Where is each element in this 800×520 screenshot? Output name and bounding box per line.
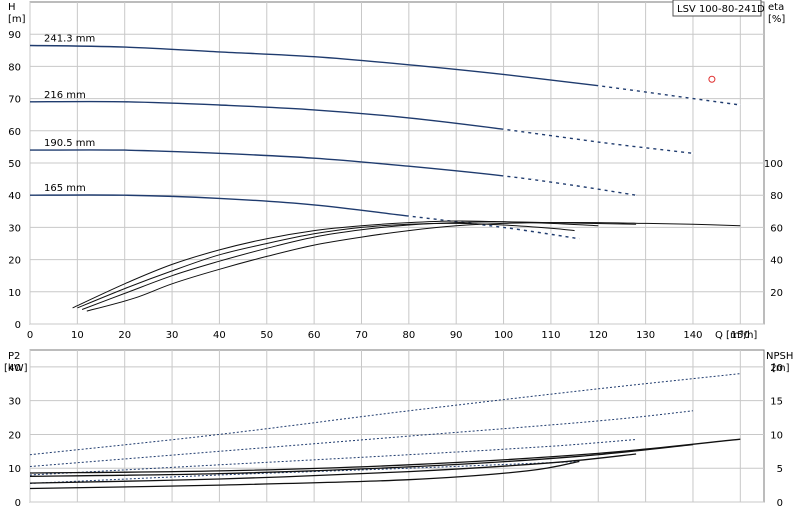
curve-label: 190.5 mm xyxy=(44,138,95,149)
power-panel-frame xyxy=(29,349,765,503)
right-axis-label-eta: eta xyxy=(768,2,784,13)
y-tick-label-p2: 30 xyxy=(8,397,21,408)
y-axis-unit-h: [m] xyxy=(8,14,26,25)
head-curve-241-3-mm xyxy=(29,44,741,106)
y-tick-label-h: 20 xyxy=(8,256,21,267)
head-curve-190-5-mm xyxy=(29,149,637,196)
right-axis-label-npsh: NPSH xyxy=(766,351,793,362)
chart-title: LSV 100-80-241D xyxy=(677,4,765,15)
x-tick-label: 60 xyxy=(308,330,321,341)
y-tick-label-h: 0 xyxy=(15,320,21,331)
y-tick-label-h: 60 xyxy=(8,127,21,138)
y-tick-label-h: 30 xyxy=(8,223,21,234)
y-tick-label-eta: 20 xyxy=(770,288,783,299)
curve-label: 165 mm xyxy=(44,183,86,194)
power-panel-series xyxy=(29,373,741,490)
x-tick-label: 70 xyxy=(355,330,368,341)
y-axis-label-p2: P2 xyxy=(8,351,20,362)
x-tick-label: 130 xyxy=(636,330,655,341)
y-tick-label-h: 70 xyxy=(8,95,21,106)
pump-performance-chart: 241.3 mm216 mm190.5 mm165 mm 0 10 20 30 40 50… xyxy=(4,0,793,509)
duty-point-marker xyxy=(708,75,716,83)
x-tick-label: 10 xyxy=(71,330,84,341)
y-tick-label-p2: 10 xyxy=(8,464,21,475)
x-tick-label: 30 xyxy=(166,330,179,341)
y-axis-label-h: H xyxy=(8,2,16,13)
x-tick-label: 80 xyxy=(402,330,415,341)
x-tick-label: 90 xyxy=(450,330,463,341)
y-tick-label-eta: 40 xyxy=(770,256,783,267)
y-axis-unit-p2: [kW] xyxy=(4,363,28,374)
y-tick-label-h: 50 xyxy=(8,159,21,170)
efficiency-curve xyxy=(72,220,599,309)
x-tick-label: 40 xyxy=(213,330,226,341)
curve-label: 241.3 mm xyxy=(44,33,95,44)
x-tick-label: 50 xyxy=(260,330,273,341)
y-tick-label-npsh: 10 xyxy=(770,430,783,441)
x-tick-label: 20 xyxy=(118,330,131,341)
y-tick-label-p2: 20 xyxy=(8,430,21,441)
power-curve xyxy=(29,373,741,456)
y-tick-label-eta: 80 xyxy=(770,191,783,202)
x-tick-label: 100 xyxy=(494,330,513,341)
head-curve-extension-mask xyxy=(598,84,741,106)
y-tick-label-h: 10 xyxy=(8,288,21,299)
y-tick-label-h: 90 xyxy=(8,30,21,41)
power-panel-grid xyxy=(29,350,764,503)
efficiency-curve xyxy=(77,222,575,309)
head-panel-series: 241.3 mm 216 mm 190.5 mm 165 mm xyxy=(29,33,741,312)
curve-label: 216 mm xyxy=(44,90,86,101)
y-tick-label-h: 80 xyxy=(8,62,21,73)
y-tick-label-eta: 60 xyxy=(770,223,783,234)
y-tick-label-npsh: 0 xyxy=(777,498,783,509)
x-tick-label: 110 xyxy=(541,330,560,341)
right-axis-unit-npsh: [m] xyxy=(772,363,790,374)
x-tick-label: 120 xyxy=(589,330,608,341)
x-axis-label: Q [m³/h] xyxy=(715,330,757,341)
head-panel-grid xyxy=(29,2,764,325)
y-tick-label-npsh: 5 xyxy=(777,464,783,475)
x-tick-label: 140 xyxy=(683,330,702,341)
right-axis-unit-eta: [%] xyxy=(768,14,785,25)
y-tick-label-eta: 100 xyxy=(764,159,783,170)
x-tick-label: 0 xyxy=(27,330,33,341)
y-tick-label-h: 40 xyxy=(8,191,21,202)
y-tick-label-p2: 0 xyxy=(15,498,21,509)
y-tick-label-npsh: 15 xyxy=(770,397,783,408)
